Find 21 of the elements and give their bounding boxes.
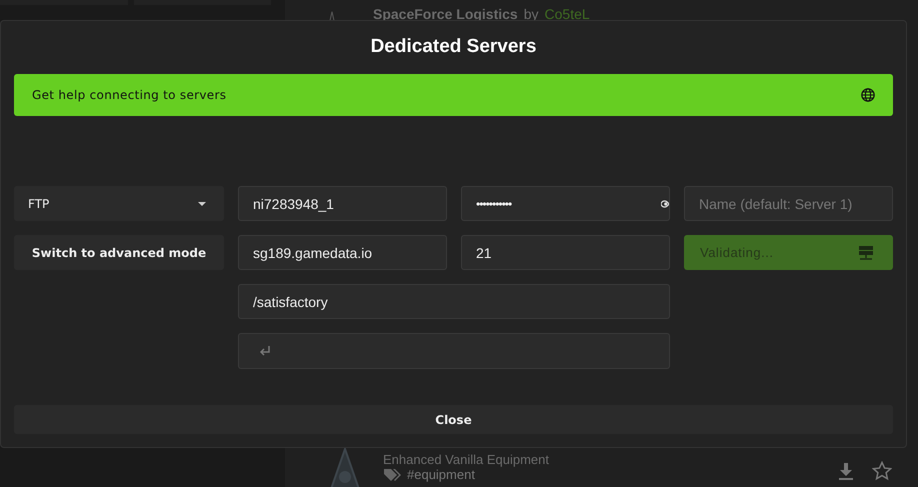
protocol-dropdown[interactable]: FTP bbox=[14, 186, 224, 221]
server-icon bbox=[859, 246, 873, 260]
close-button[interactable]: Close bbox=[14, 405, 893, 434]
globe-icon bbox=[861, 88, 875, 102]
dialog-title: Dedicated Servers bbox=[370, 36, 538, 58]
port-field[interactable]: 21 bbox=[461, 235, 670, 270]
path-field[interactable]: /satisfactory bbox=[238, 284, 670, 319]
advanced-mode-button[interactable]: Switch to advanced mode bbox=[14, 235, 224, 270]
download-icon[interactable] bbox=[838, 462, 854, 480]
password-field[interactable]: ••••••••••• bbox=[461, 186, 670, 221]
enter-icon bbox=[259, 345, 271, 357]
caret-icon bbox=[198, 202, 206, 206]
host-field[interactable]: sg189.gamedata.io bbox=[238, 235, 447, 270]
command-field[interactable] bbox=[238, 333, 670, 369]
help-button[interactable]: Get help connecting to servers bbox=[14, 74, 893, 116]
tag-label[interactable]: #equipment bbox=[407, 468, 475, 482]
star-icon[interactable] bbox=[872, 461, 892, 481]
server-name-field[interactable]: Name (default: Server 1) bbox=[684, 186, 893, 221]
tag-icon bbox=[383, 467, 403, 483]
eye-icon[interactable] bbox=[661, 198, 669, 210]
username-field[interactable]: ni7283948_1 bbox=[238, 186, 447, 221]
